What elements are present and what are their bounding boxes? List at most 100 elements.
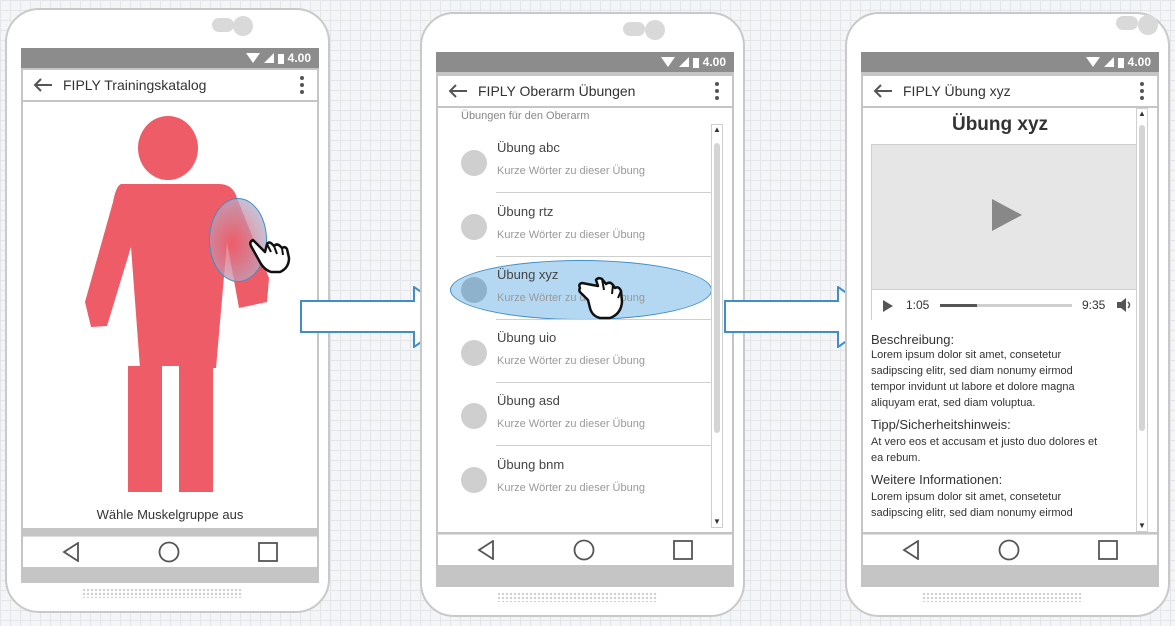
screen: 4.00 FIPLY Oberarm Übungen Übungen für d… — [436, 52, 734, 587]
nav-home-icon[interactable] — [998, 539, 1020, 561]
scroll-thumb[interactable] — [1139, 125, 1145, 431]
overflow-menu-icon[interactable] — [1127, 81, 1157, 101]
item-title: Übung abc — [497, 140, 560, 155]
app-title: FIPLY Oberarm Übungen — [478, 83, 636, 99]
wifi-icon — [1085, 57, 1100, 67]
muscle-map: Wähle Muskelgruppe aus — [23, 102, 317, 528]
item-subtitle: Kurze Wörter zu dieser Übung — [497, 165, 645, 177]
app-title: FIPLY Übung xyz — [903, 83, 1011, 99]
item-avatar — [461, 150, 487, 176]
volume-icon[interactable] — [1116, 298, 1132, 312]
right-leg — [179, 366, 213, 492]
back-arrow-icon[interactable] — [23, 78, 63, 92]
play-large-icon[interactable] — [990, 197, 1024, 233]
item-avatar — [461, 467, 487, 493]
battery-icon — [277, 53, 284, 64]
nav-bar — [438, 534, 732, 565]
nav-back-icon[interactable] — [62, 542, 80, 562]
scroll-thumb[interactable] — [714, 143, 720, 433]
nav-home-icon[interactable] — [158, 541, 180, 563]
item-subtitle: Kurze Wörter zu dieser Übung — [497, 418, 645, 430]
item-avatar — [461, 340, 487, 366]
list-item[interactable]: Übung abc Kurze Wörter zu dieser Übung — [438, 130, 732, 193]
battery-icon — [692, 57, 699, 68]
section-label: Übungen für den Oberarm — [461, 110, 590, 122]
current-time: 1:05 — [906, 298, 930, 312]
seek-bar[interactable] — [940, 304, 1072, 307]
more-info-text: Lorem ipsum dolor sit amet, consetetur s… — [871, 491, 1073, 519]
item-avatar — [461, 403, 487, 429]
body-figure — [85, 116, 269, 492]
item-subtitle: Kurze Wörter zu dieser Übung — [497, 355, 645, 367]
speaker — [212, 18, 234, 32]
overflow-menu-icon[interactable] — [702, 81, 732, 101]
description-text: Lorem ipsum dolor sit amet, consetetur s… — [871, 349, 1075, 409]
video-player[interactable]: 1:05 9:35 — [871, 144, 1137, 320]
list-item[interactable]: Übung asd Kurze Wörter zu dieser Übung — [438, 383, 732, 446]
detail-scrollbar[interactable]: ▲ ▼ — [1136, 108, 1148, 532]
speaker-grille — [922, 592, 1082, 602]
scroll-down-icon[interactable]: ▼ — [1137, 521, 1147, 531]
overflow-menu-icon[interactable] — [287, 75, 317, 95]
scroll-up-icon[interactable]: ▲ — [1137, 109, 1147, 119]
status-bar: 4.00 — [861, 52, 1159, 72]
item-avatar — [461, 214, 487, 240]
speaker — [1116, 16, 1138, 30]
divider — [496, 192, 718, 193]
more-info-label: Weitere Informationen: — [871, 472, 1003, 487]
nav-back-icon[interactable] — [902, 540, 920, 560]
exercise-heading: Übung xyz — [951, 114, 1049, 135]
item-title: Übung asd — [497, 393, 560, 408]
speaker-grille — [497, 592, 657, 602]
instruction-caption: Wähle Muskelgruppe aus — [96, 507, 244, 522]
signal-icon — [678, 57, 689, 67]
info-sections: Beschreibung: Lorem ipsum dolor sit amet… — [871, 332, 1105, 521]
back-arrow-icon[interactable] — [438, 84, 478, 98]
back-arrow-icon[interactable] — [863, 84, 903, 98]
front-camera — [233, 16, 253, 36]
item-title: Übung xyz — [497, 267, 559, 282]
signal-icon — [263, 53, 274, 63]
wifi-icon — [660, 57, 675, 67]
video-controls: 1:05 9:35 — [872, 289, 1136, 320]
item-subtitle: Kurze Wörter zu dieser Übung — [497, 482, 645, 494]
nav-recents-icon[interactable] — [673, 540, 693, 560]
item-subtitle: Kurze Wörter zu dieser Übung — [497, 229, 645, 241]
app-bar: FIPLY Oberarm Übungen — [438, 76, 732, 106]
phone-catalog: 4.00 FIPLY Trainingskatalog Wähle Muskel… — [5, 8, 330, 613]
screen: 4.00 FIPLY Trainingskatalog Wähle Muskel… — [21, 48, 319, 583]
tip-label: Tipp/Sicherheitshinweis: — [871, 417, 1011, 432]
nav-back-icon[interactable] — [477, 540, 495, 560]
item-title: Übung uio — [497, 330, 557, 345]
play-icon[interactable] — [882, 299, 894, 313]
status-bar: 4.00 — [21, 48, 319, 68]
nav-home-icon[interactable] — [573, 539, 595, 561]
exercise-detail-panel: Übung xyz 1:05 9:35 Beschreibung: Lorem … — [863, 108, 1157, 532]
crotch-gap — [162, 366, 179, 374]
list-scrollbar[interactable]: ▲ ▼ — [711, 124, 723, 528]
list-item[interactable]: Übung bnm Kurze Wörter zu dieser Übung — [438, 447, 732, 510]
status-time: 4.00 — [287, 51, 311, 65]
signal-icon — [1103, 57, 1114, 67]
scroll-down-icon[interactable]: ▼ — [712, 517, 722, 527]
status-bar: 4.00 — [436, 52, 734, 72]
exercise-list-panel: Übungen für den Oberarm Übung abc Kurze … — [438, 108, 732, 532]
status-time: 4.00 — [702, 55, 726, 69]
nav-recents-icon[interactable] — [258, 542, 278, 562]
app-bar: FIPLY Trainingskatalog — [23, 70, 317, 100]
front-camera — [645, 20, 665, 40]
app-bar: FIPLY Übung xyz — [863, 76, 1157, 106]
phone-exercise-detail: 4.00 FIPLY Übung xyz Übung xyz 1:05 9:35… — [845, 12, 1170, 617]
battery-icon — [1117, 57, 1124, 68]
list-item[interactable]: Übung rtz Kurze Wörter zu dieser Übung — [438, 194, 732, 257]
nav-recents-icon[interactable] — [1098, 540, 1118, 560]
divider — [496, 445, 718, 446]
hand-pointer-icon — [578, 276, 624, 320]
wifi-icon — [245, 53, 260, 63]
scroll-up-icon[interactable]: ▲ — [712, 125, 722, 135]
left-leg — [128, 366, 162, 492]
list-item[interactable]: Übung uio Kurze Wörter zu dieser Übung — [438, 320, 732, 383]
hand-pointer-icon — [249, 238, 291, 274]
tip-text: At vero eos et accusam et justo duo dolo… — [871, 436, 1098, 464]
front-camera — [1138, 15, 1158, 35]
